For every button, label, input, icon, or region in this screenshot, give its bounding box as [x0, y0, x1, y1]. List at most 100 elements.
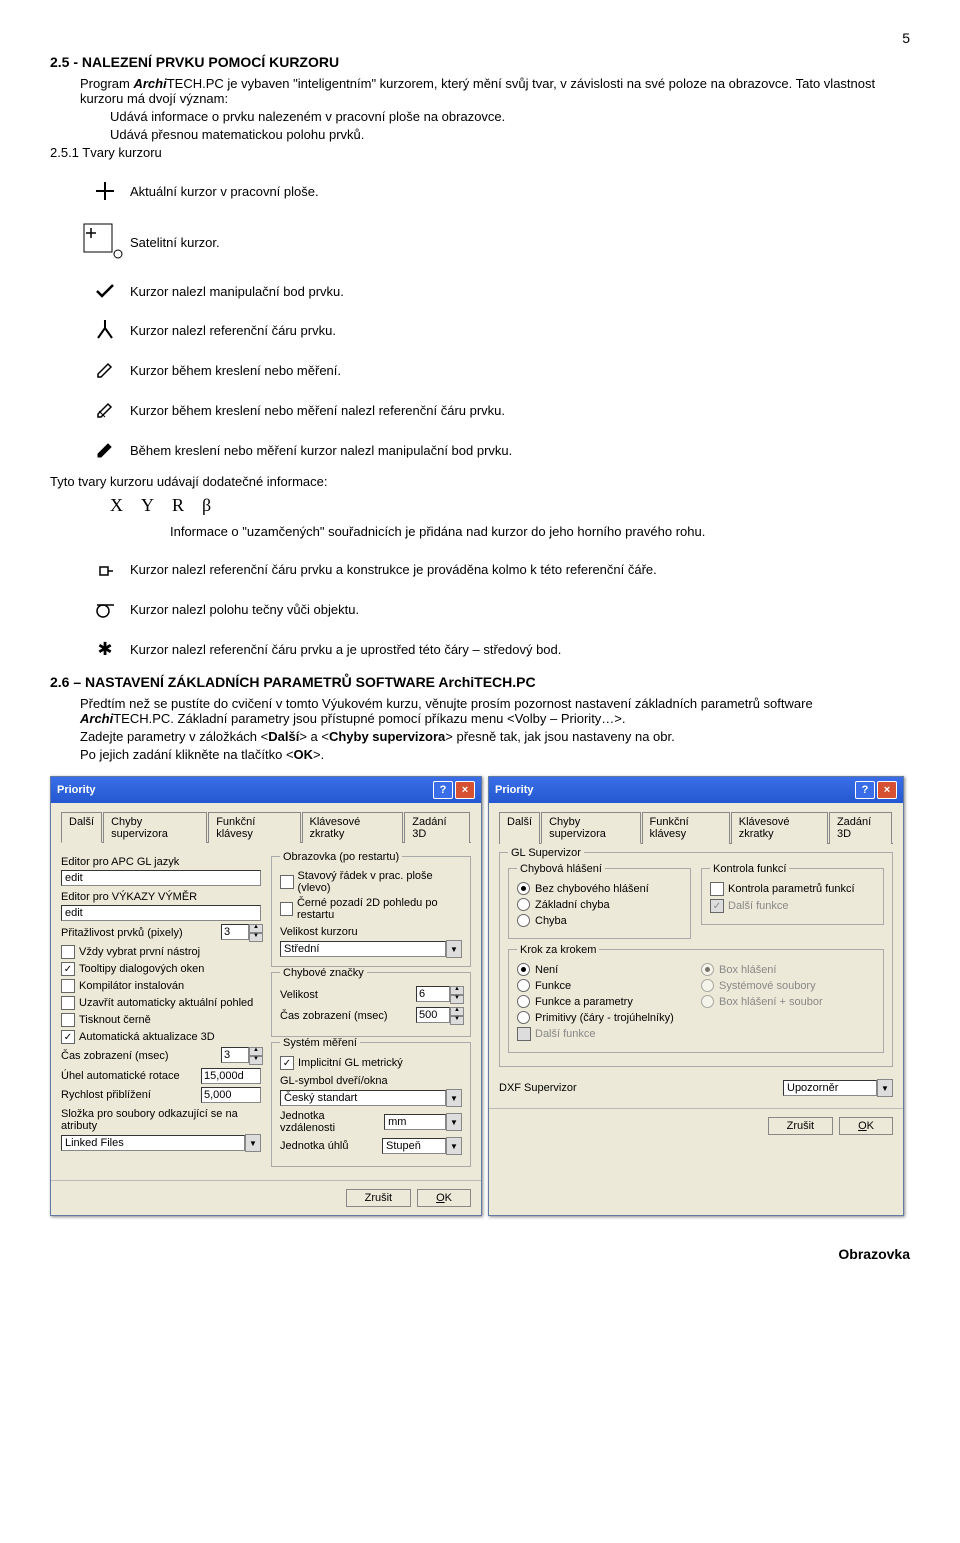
section-2-5-heading: 2.5 - NALEZENÍ PRVKU POMOCÍ KURZORU: [50, 54, 910, 70]
cursor-desc-3: Kurzor nalezl referenční čáru prvku.: [130, 323, 910, 338]
checkbox-auto3d[interactable]: ✓: [61, 1030, 75, 1044]
info-beta-icon: β: [202, 495, 211, 516]
checkbox-stavovy[interactable]: [280, 875, 294, 889]
radio-neni[interactable]: [517, 963, 530, 976]
label-jednotka-uhlu: Jednotka úhlů: [280, 1140, 349, 1152]
label-stavovy: Stavový řádek v prac. ploše (vlevo): [298, 870, 462, 894]
input-editor-apc[interactable]: edit: [61, 870, 261, 886]
close-icon[interactable]: ×: [877, 781, 897, 799]
label-sys: Systémové soubory: [719, 980, 816, 992]
spinner[interactable]: ▲▼: [450, 986, 462, 1004]
select-dxf[interactable]: Upozorněr: [783, 1080, 877, 1096]
tab-funkcni-klavesy[interactable]: Funkční klávesy: [642, 812, 730, 844]
tab-dalsi-bold: Další: [268, 729, 299, 744]
tab-dalsi[interactable]: Další: [61, 812, 102, 843]
checkbox-tooltipy[interactable]: ✓: [61, 962, 75, 976]
txt: Po jejich zadání klikněte na tlačítko <: [80, 747, 294, 762]
dropdown-icon[interactable]: ▼: [877, 1079, 893, 1097]
group-chybove-znacky: Chybové značky: [280, 967, 367, 979]
tab-zadani-3d[interactable]: Zadání 3D: [404, 812, 470, 843]
group-obrazovka: Obrazovka (po restartu): [280, 851, 402, 863]
sub-heading-2-5-1: 2.5.1 Tvary kurzoru: [50, 145, 910, 160]
label-zakladni: Základní chyba: [535, 899, 610, 911]
input-rychlost-priblizeni[interactable]: 5,000: [201, 1087, 261, 1103]
radio-bez[interactable]: [517, 882, 530, 895]
tab-chyby-bold: Chyby supervizora: [329, 729, 445, 744]
dropdown-icon[interactable]: ▼: [446, 1113, 462, 1131]
help-button[interactable]: ?: [855, 781, 875, 799]
ok-button[interactable]: OK: [417, 1189, 471, 1207]
txt: Zadejte parametry v záložkách <: [80, 729, 268, 744]
input-uhel-rotace[interactable]: 15,000d: [201, 1068, 261, 1084]
label-jednotka-vzd: Jednotka vzdálenosti: [280, 1110, 380, 1134]
cancel-button[interactable]: Zrušit: [768, 1117, 834, 1135]
tab-chyby-supervizora[interactable]: Chyby supervizora: [103, 812, 207, 843]
spinner[interactable]: ▲▼: [249, 1047, 261, 1065]
group-system-mereni: Systém měření: [280, 1037, 360, 1049]
page-number: 5: [50, 30, 910, 46]
tab-zadani-3d[interactable]: Zadání 3D: [829, 812, 892, 844]
dropdown-icon[interactable]: ▼: [446, 1137, 462, 1155]
tab-klavesove-zkratky[interactable]: Klávesové zkratky: [731, 812, 828, 844]
label-glsymbol: GL-symbol dveří/okna: [280, 1075, 462, 1087]
priority-dialog-chyby: Priority ? × Další Chyby supervizora Fun…: [488, 776, 904, 1216]
input-slozka[interactable]: Linked Files: [61, 1135, 245, 1151]
tab-dalsi[interactable]: Další: [499, 812, 540, 844]
input-cas-zobrazeni[interactable]: 3: [221, 1047, 249, 1063]
input-velikost[interactable]: 6: [416, 986, 450, 1002]
input-cas-2[interactable]: 500: [416, 1007, 450, 1023]
tab-funkcni-klavesy[interactable]: Funkční klávesy: [208, 812, 300, 843]
cursor-desc-2: Kurzor nalezl manipulační bod prvku.: [130, 284, 910, 299]
radio-chyba[interactable]: [517, 914, 530, 927]
label-box: Box hlášení: [719, 964, 776, 976]
dropdown-icon[interactable]: ▼: [245, 1134, 261, 1152]
label-boxs: Box hlášení + soubor: [719, 996, 823, 1008]
select-glsymbol[interactable]: Český standart: [280, 1090, 446, 1106]
label-kontrola-param: Kontrola parametrů funkcí: [728, 883, 855, 895]
cursor-star-icon: ✱: [80, 639, 130, 660]
checkbox-cerne[interactable]: [280, 902, 293, 916]
checkbox-vzdy-vybrat[interactable]: [61, 945, 75, 959]
txt: >.: [313, 747, 324, 762]
tab-klavesove-zkratky[interactable]: Klávesové zkratky: [302, 812, 404, 843]
txt: > a <: [299, 729, 329, 744]
dropdown-icon[interactable]: ▼: [446, 940, 462, 958]
checkbox-uzavrit[interactable]: [61, 996, 75, 1010]
help-button[interactable]: ?: [433, 781, 453, 799]
label-cas-2: Čas zobrazení (msec): [280, 1010, 388, 1022]
select-velikost-kurzoru[interactable]: Střední: [280, 941, 446, 957]
cursor-pencil-filled-icon: [80, 440, 130, 460]
group-chybova-hlaseni: Chybová hlášení: [517, 863, 605, 875]
txt: Předtím než se pustíte do cvičení v tomt…: [80, 696, 813, 711]
input-pritazlivost[interactable]: 3: [221, 924, 249, 940]
para-2-6-3: Po jejich zadání klikněte na tlačítko <O…: [80, 747, 910, 762]
radio-zakladni[interactable]: [517, 898, 530, 911]
label-chyba: Chyba: [535, 915, 567, 927]
txt: Program: [80, 76, 133, 91]
group-krok-za-krokem: Krok za krokem: [517, 944, 599, 956]
radio-fap[interactable]: [517, 995, 530, 1008]
cancel-button[interactable]: Zrušit: [346, 1189, 412, 1207]
checkbox-tisknout[interactable]: [61, 1013, 75, 1027]
label-tooltipy: Tooltipy dialogových oken: [79, 963, 204, 975]
checkbox-implicitni[interactable]: ✓: [280, 1056, 294, 1070]
spinner[interactable]: ▲▼: [450, 1007, 462, 1025]
radio-funkce[interactable]: [517, 979, 530, 992]
cursor-desc-5: Kurzor během kreslení nebo měření nalezl…: [130, 403, 910, 418]
checkbox-kompilator[interactable]: [61, 979, 75, 993]
select-jednotka-vzd[interactable]: mm: [384, 1114, 446, 1130]
close-icon[interactable]: ×: [455, 781, 475, 799]
select-jednotka-uhlu[interactable]: Stupeň: [382, 1138, 446, 1154]
tab-chyby-supervizora[interactable]: Chyby supervizora: [541, 812, 640, 844]
radio-prim[interactable]: [517, 1011, 530, 1024]
checkbox-kontrola-param[interactable]: [710, 882, 724, 896]
dropdown-icon[interactable]: ▼: [446, 1089, 462, 1107]
info-y-icon: Y: [141, 495, 154, 516]
input-editor-vykazy[interactable]: edit: [61, 905, 261, 921]
label-dalsi-funkce-2: Další funkce: [535, 1028, 596, 1040]
spinner[interactable]: ▲▼: [249, 924, 261, 942]
bullet-1: Udává informace o prvku nalezeném v prac…: [110, 109, 910, 124]
ok-button[interactable]: OK: [839, 1117, 893, 1135]
extra-desc-0: Kurzor nalezl referenční čáru prvku a ko…: [130, 562, 910, 577]
label-auto3d: Automatická aktualizace 3D: [79, 1031, 215, 1043]
